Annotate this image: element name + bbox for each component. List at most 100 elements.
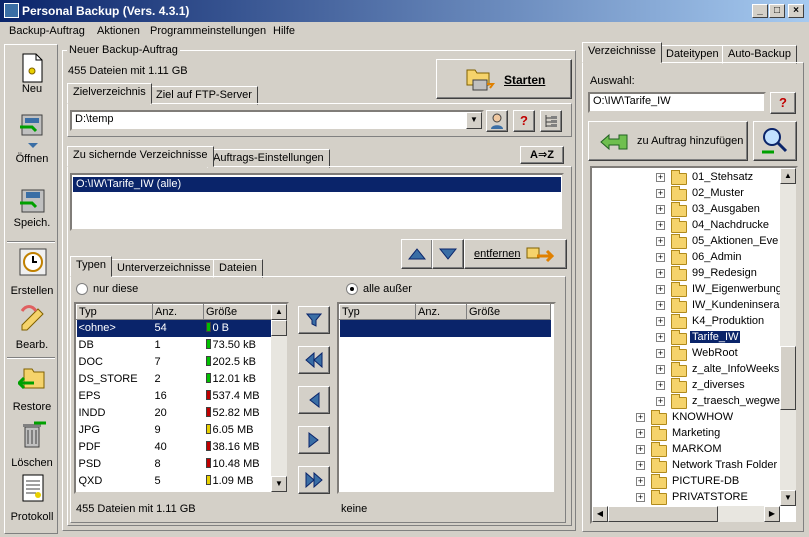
table-row[interactable]: JPG 9 6.05 MB bbox=[77, 422, 274, 439]
expand-icon[interactable]: + bbox=[636, 477, 645, 486]
minimize-button[interactable]: _ bbox=[752, 4, 768, 18]
target-path-input[interactable]: D:\temp ▼ bbox=[70, 110, 484, 131]
tree-node[interactable]: +02_Muster bbox=[592, 186, 780, 202]
tree-select-button[interactable] bbox=[540, 110, 562, 132]
menu-hilfe[interactable]: Hilfe bbox=[273, 25, 295, 37]
radio-only-these[interactable] bbox=[76, 283, 88, 295]
expand-icon[interactable]: + bbox=[656, 333, 665, 342]
expand-icon[interactable]: + bbox=[656, 205, 665, 214]
table-row[interactable] bbox=[339, 319, 551, 337]
new-button[interactable]: Neu bbox=[5, 53, 59, 95]
tree-scroll-down-button[interactable]: ▼ bbox=[780, 490, 796, 506]
tree-horizontal-scrollbar[interactable]: ◀ ▶ bbox=[592, 506, 780, 522]
move-left-button[interactable] bbox=[298, 386, 330, 414]
tab-backup-directories[interactable]: Zu sichernde Verzeichnisse bbox=[67, 146, 214, 167]
title-bar[interactable]: Personal Backup (Vers. 4.3.1) _ □ × bbox=[0, 0, 809, 22]
edit-button[interactable]: Bearb. bbox=[5, 301, 59, 351]
tree-node[interactable]: +03_Ausgaben bbox=[592, 202, 780, 218]
delete-button[interactable]: Löschen bbox=[5, 419, 59, 469]
remove-button[interactable]: entfernen bbox=[464, 239, 567, 269]
tree-node[interactable]: + MARKOM bbox=[592, 442, 780, 458]
tree-node[interactable]: +01_Stehsatz bbox=[592, 170, 780, 186]
col-type[interactable]: Typ bbox=[339, 304, 416, 320]
tree-scroll-right-button[interactable]: ▶ bbox=[764, 506, 780, 522]
expand-icon[interactable]: + bbox=[656, 269, 665, 278]
menu-aktionen[interactable]: Aktionen bbox=[97, 25, 140, 37]
tree-node[interactable]: + KNOWHOW bbox=[592, 410, 780, 426]
maximize-button[interactable]: □ bbox=[769, 4, 785, 18]
expand-icon[interactable]: + bbox=[636, 461, 645, 470]
create-button[interactable]: Erstellen bbox=[5, 247, 59, 297]
selection-input[interactable]: O:\IW\Tarife_IW bbox=[588, 92, 766, 113]
col-count[interactable]: Anz. bbox=[415, 304, 467, 320]
filter-button[interactable] bbox=[298, 306, 330, 334]
expand-icon[interactable]: + bbox=[656, 365, 665, 374]
start-button[interactable]: Starten bbox=[436, 59, 572, 99]
move-all-right-button[interactable] bbox=[298, 466, 330, 494]
restore-button[interactable]: Restore bbox=[5, 363, 59, 413]
tree-hscroll-thumb[interactable] bbox=[608, 506, 718, 522]
expand-icon[interactable]: + bbox=[656, 349, 665, 358]
sort-az-button[interactable]: A⇒Z bbox=[520, 146, 564, 164]
help-button-right[interactable]: ? bbox=[770, 92, 796, 114]
col-size[interactable]: Größe bbox=[203, 304, 274, 320]
tab-directories[interactable]: Verzeichnisse bbox=[582, 42, 662, 63]
expand-icon[interactable]: + bbox=[636, 413, 645, 422]
add-to-job-button[interactable]: zu Auftrag hinzufügen bbox=[588, 121, 748, 161]
types-scrollbar[interactable]: ▲ ▼ bbox=[271, 304, 287, 492]
expand-icon[interactable]: + bbox=[636, 445, 645, 454]
tree-scroll-up-button[interactable]: ▲ bbox=[780, 168, 796, 184]
table-row[interactable]: PDF 40 38.16 MB bbox=[77, 439, 274, 456]
search-directory-button[interactable] bbox=[753, 121, 797, 161]
radio-all-except[interactable] bbox=[346, 283, 358, 295]
move-down-button[interactable] bbox=[432, 239, 464, 269]
expand-icon[interactable]: + bbox=[656, 221, 665, 230]
tree-node[interactable]: + WebRoot bbox=[592, 346, 780, 362]
table-row[interactable]: PSD 8 10.48 MB bbox=[77, 456, 274, 473]
tree-node[interactable]: + IW_Kundeninsera bbox=[592, 298, 780, 314]
move-right-button[interactable] bbox=[298, 426, 330, 454]
save-button[interactable]: Speich. bbox=[5, 187, 59, 229]
user-browse-button[interactable] bbox=[486, 110, 508, 132]
expand-icon[interactable]: + bbox=[656, 173, 665, 182]
expand-icon[interactable]: + bbox=[656, 381, 665, 390]
tab-target-directory[interactable]: Zielverzeichnis bbox=[67, 83, 152, 104]
table-row[interactable]: DB 1 73.50 kB bbox=[77, 337, 274, 354]
tree-node[interactable]: + Marketing bbox=[592, 426, 780, 442]
menu-programmeinstellungen[interactable]: Programmeinstellungen bbox=[150, 25, 266, 37]
expand-icon[interactable]: + bbox=[656, 397, 665, 406]
scroll-thumb[interactable] bbox=[271, 320, 287, 336]
col-count[interactable]: Anz. bbox=[152, 304, 204, 320]
expand-icon[interactable]: + bbox=[656, 301, 665, 310]
tree-node[interactable]: + z_traesch_wegwe bbox=[592, 394, 780, 410]
expand-icon[interactable]: + bbox=[656, 253, 665, 262]
tree-scroll-thumb[interactable] bbox=[780, 346, 796, 410]
tab-types[interactable]: Typen bbox=[70, 256, 112, 277]
tree-node[interactable]: + IW_Eigenwerbung bbox=[592, 282, 780, 298]
move-all-left-button[interactable] bbox=[298, 346, 330, 374]
tree-scroll-left-button[interactable]: ◀ bbox=[592, 506, 608, 522]
tree-node[interactable]: + z_alte_InfoWeeks bbox=[592, 362, 780, 378]
table-row[interactable]: <ohne> 54 0 B bbox=[76, 319, 274, 337]
scroll-down-button[interactable]: ▼ bbox=[271, 476, 287, 492]
expand-icon[interactable]: + bbox=[656, 237, 665, 246]
directory-list-item[interactable]: O:\IW\Tarife_IW (alle) bbox=[73, 177, 561, 192]
tree-node[interactable]: + PRIVATSTORE bbox=[592, 490, 780, 506]
open-button[interactable]: Öffnen bbox=[5, 113, 59, 165]
tree-node[interactable]: +04_Nachdrucke bbox=[592, 218, 780, 234]
table-row[interactable]: DS_STORE 2 12.01 kB bbox=[77, 371, 274, 388]
expand-icon[interactable]: + bbox=[656, 189, 665, 198]
tree-node[interactable]: +05_Aktionen_Eve bbox=[592, 234, 780, 250]
directory-tree[interactable]: +01_Stehsatz +02_Muster +03_Ausgaben +04_Na… bbox=[590, 166, 798, 524]
table-row[interactable]: QXD 5 1.09 MB bbox=[77, 473, 274, 490]
expand-icon[interactable]: + bbox=[636, 429, 645, 438]
tree-node[interactable]: + Tarife_IW bbox=[592, 330, 780, 346]
table-row[interactable]: INDD 20 52.82 MB bbox=[77, 405, 274, 422]
table-row[interactable]: DOC 7 202.5 kB bbox=[77, 354, 274, 371]
included-types-grid[interactable]: Typ Anz. Größe <ohne> 54 0 B DB 1 73.50 kB DOC… bbox=[74, 302, 289, 494]
help-button[interactable]: ? bbox=[513, 110, 535, 132]
move-up-button[interactable] bbox=[401, 239, 433, 269]
tree-vertical-scrollbar[interactable]: ▲ ▼ bbox=[780, 168, 796, 506]
tree-node[interactable]: +99_Redesign bbox=[592, 266, 780, 282]
excluded-types-grid[interactable]: Typ Anz. Größe bbox=[337, 302, 556, 494]
